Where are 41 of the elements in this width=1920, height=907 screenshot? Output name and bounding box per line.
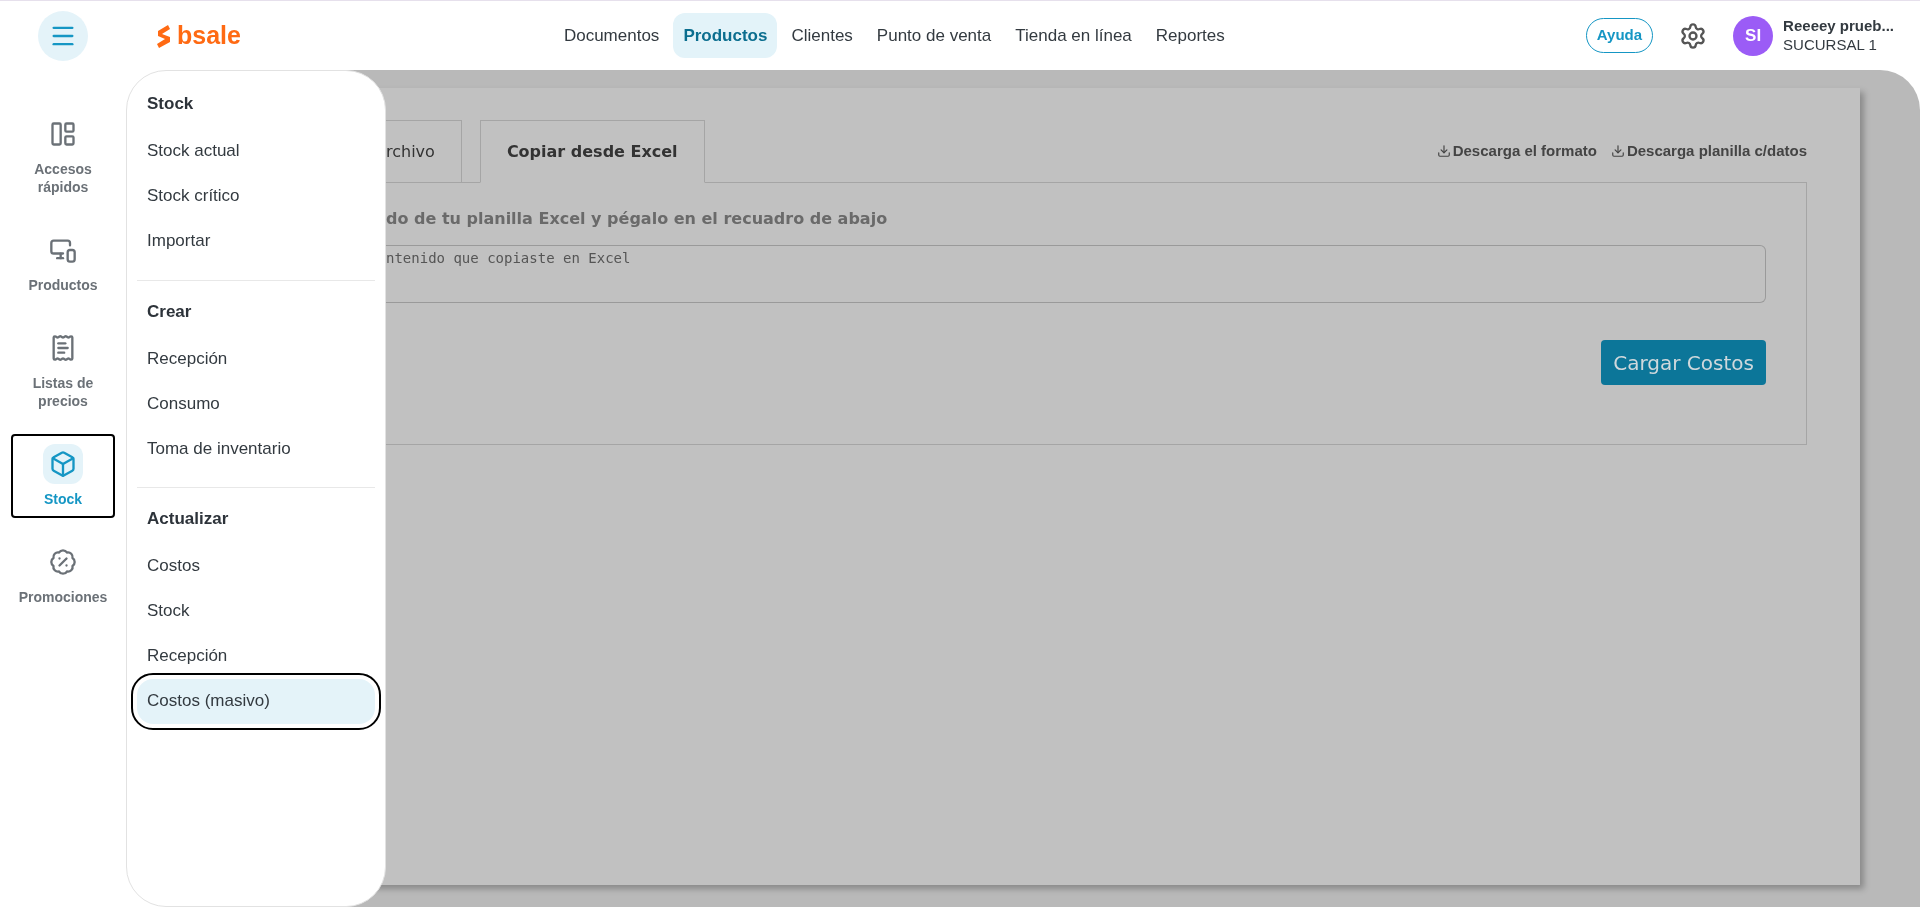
- menu-item[interactable]: Consumo: [137, 381, 375, 426]
- settings-icon[interactable]: [1679, 21, 1708, 50]
- nav-link[interactable]: Documentos: [553, 12, 670, 59]
- sidebar-item[interactable]: Promociones: [11, 532, 115, 616]
- download-link[interactable]: Descarga planilla c/datos: [1610, 139, 1807, 162]
- download-icon: [1436, 143, 1451, 158]
- menu-section-title: Actualizar: [146, 508, 230, 530]
- nav-link[interactable]: Punto de venta: [866, 12, 1002, 59]
- price-list-icon: [49, 334, 77, 362]
- panels-icon: [49, 120, 77, 148]
- sidebar-item[interactable]: Productos: [11, 220, 115, 304]
- nav-link[interactable]: Productos: [673, 12, 778, 59]
- tab[interactable]: Copiar desde Excel: [479, 120, 705, 183]
- instruction-text: do de tu planilla Excel y pégalo en el recuadro de abajo: [386, 208, 889, 230]
- branch-name: SUCURSAL 1: [1783, 35, 1878, 55]
- menu-item[interactable]: Stock crítico: [137, 173, 375, 219]
- menu-item[interactable]: Stock: [137, 588, 375, 634]
- avatar[interactable]: SI: [1733, 15, 1774, 56]
- download-link[interactable]: Descarga el formato: [1436, 139, 1597, 162]
- load-costs-button[interactable]: Cargar Costos: [1601, 340, 1766, 385]
- menu-item[interactable]: Costos: [137, 543, 375, 589]
- menu-section-title: Stock: [146, 93, 195, 115]
- percent-badge-icon: [49, 548, 77, 576]
- user-name: Reeeey prueb...: [1783, 16, 1894, 36]
- menu-item[interactable]: Importar: [137, 218, 375, 264]
- logo-text: bsale: [177, 23, 241, 48]
- paste-field[interactable]: ntenido que copiaste en Excel: [386, 245, 1766, 303]
- sidebar-item[interactable]: Listas de precios: [11, 318, 115, 420]
- menu-item[interactable]: Recepción: [137, 336, 375, 381]
- box-icon: [49, 450, 77, 478]
- nav-link[interactable]: Reportes: [1145, 12, 1235, 59]
- menu-item[interactable]: Recepción: [137, 633, 375, 679]
- nav-link[interactable]: Tienda en línea: [1005, 12, 1142, 59]
- tab[interactable]: rchivo: [386, 120, 462, 183]
- nav-link[interactable]: Clientes: [781, 12, 863, 59]
- menu-section-title: Crear: [146, 300, 193, 323]
- menu-item[interactable]: Stock actual: [137, 128, 375, 174]
- menu-item[interactable]: Toma de inventario: [137, 426, 375, 471]
- sidebar-item[interactable]: Accesos rápidos: [11, 104, 115, 206]
- download-icon: [1610, 143, 1625, 158]
- logo-icon: [155, 22, 173, 49]
